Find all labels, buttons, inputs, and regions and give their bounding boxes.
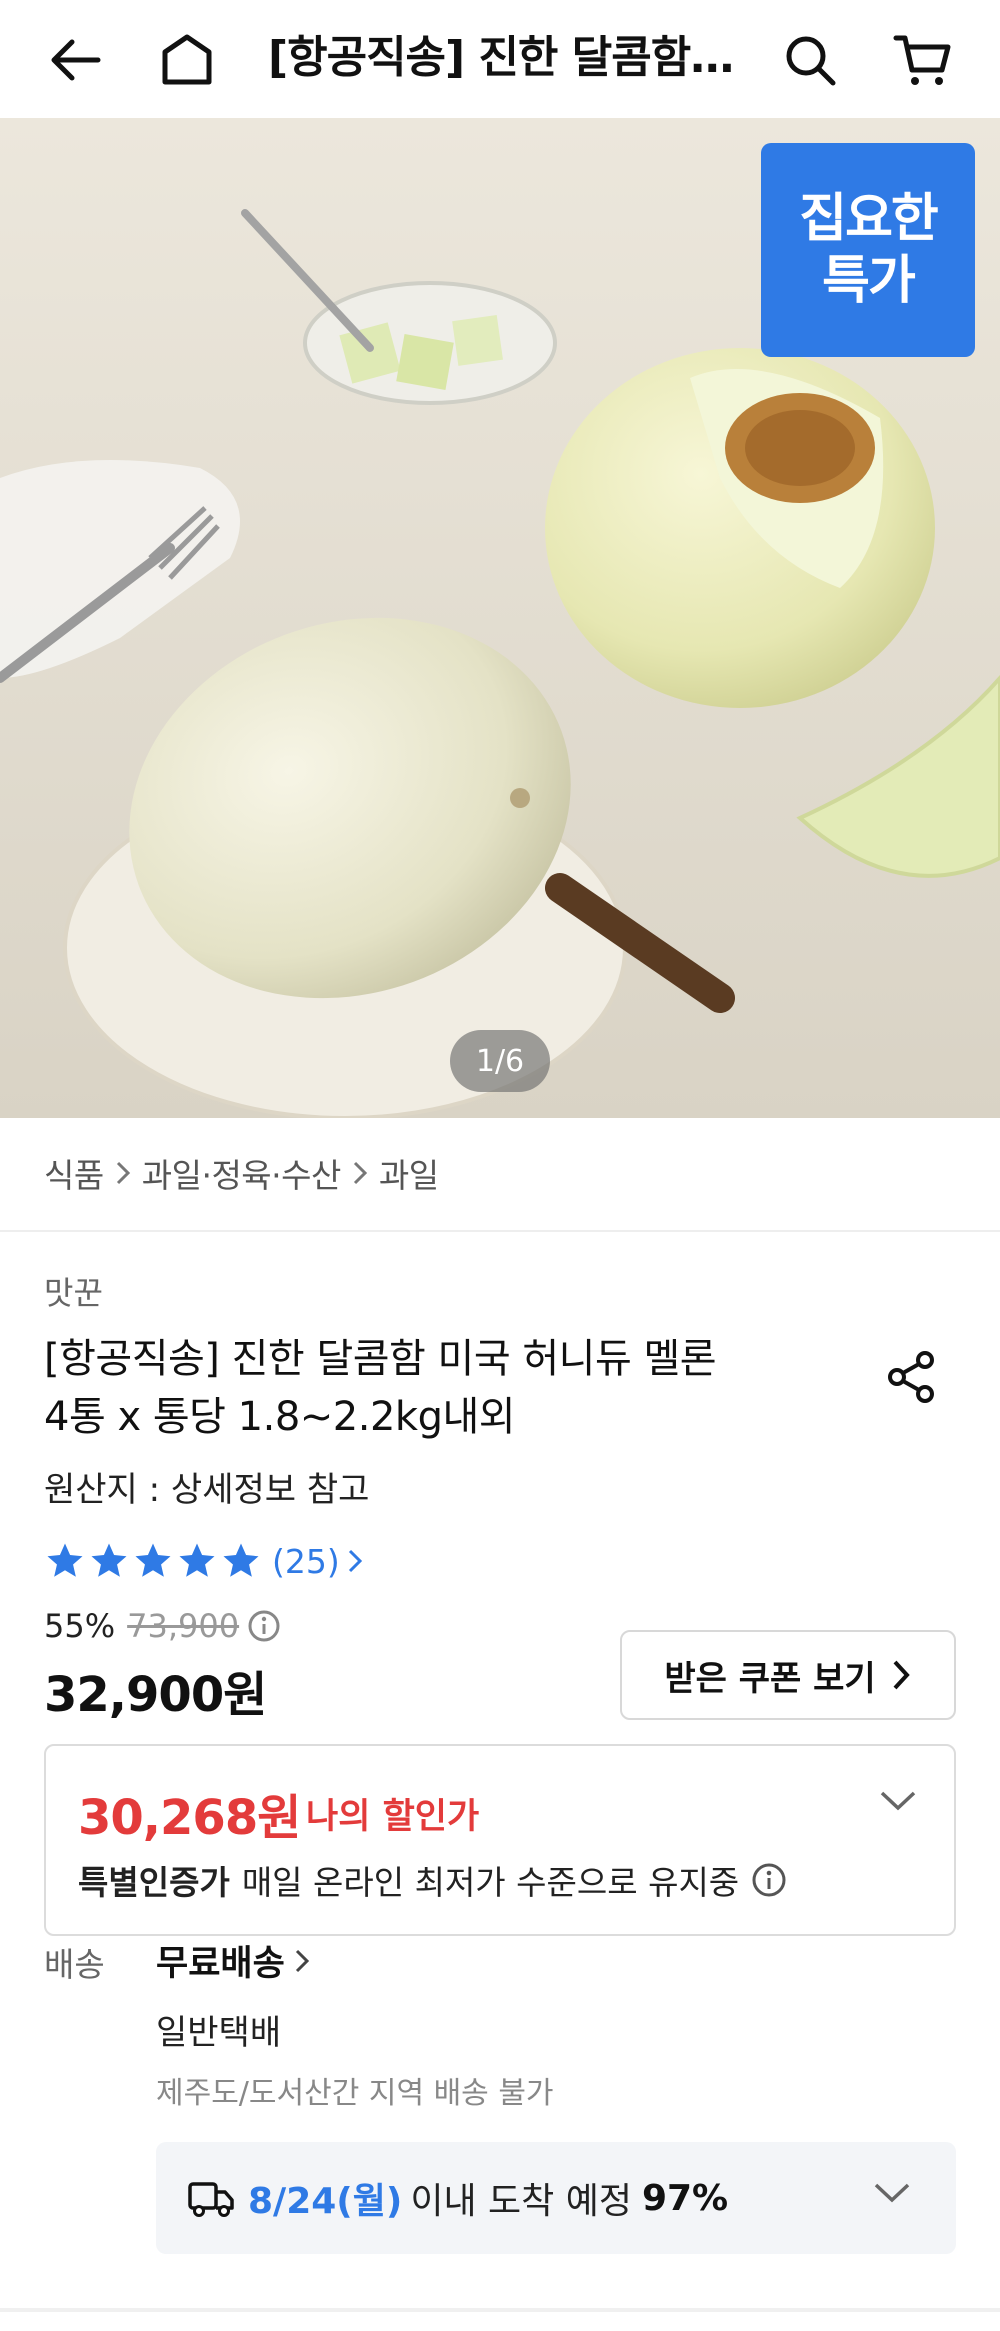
chevron-right-icon [346,1547,364,1575]
star-icon [223,1543,259,1577]
share-icon[interactable] [880,1345,944,1409]
shipping-type: 일반택배 [156,2013,282,2053]
product-title: [항공직송] 진한 달콤함 미국 허니듀 멜론 4통 x 통당 1.8~2.2k… [44,1330,824,1446]
free-shipping-link[interactable]: 무료배송 [156,1935,311,1986]
star-icon [179,1543,215,1577]
certified-price-info: 특별인증가 매일 온라인 최저가 수준으로 유지중 [78,1856,787,1904]
view-coupons-button[interactable]: 받은 쿠폰 보기 [620,1630,956,1720]
product-title-line1: [항공직송] 진한 달콤함 미국 허니듀 멜론 [44,1336,717,1382]
discount-row: 55% 73,900 [44,1602,281,1650]
star-icon [91,1543,127,1577]
arrival-estimate-box[interactable]: 8/24(월) 이내 도착 예정 97% [156,2142,956,2254]
section-divider [0,2308,1000,2312]
certified-price-text: 매일 온라인 최저가 수준으로 유지중 [241,1863,740,1902]
my-discount-price: 30,268원 [78,1790,301,1846]
breadcrumb-item-food[interactable]: 식품 [44,1149,104,1197]
product-title-line2: 4통 x 통당 1.8~2.2kg내외 [44,1394,516,1440]
star-icon [135,1543,171,1577]
info-icon[interactable] [247,1609,281,1643]
section-divider [0,1230,1000,1232]
sale-price: 32,900원 [44,1667,267,1723]
breadcrumb-item-fruit[interactable]: 과일 [379,1149,439,1197]
chevron-down-icon[interactable] [878,1788,918,1818]
breadcrumb-item-fruit-meat-seafood[interactable]: 과일·정육·수산 [142,1149,342,1197]
my-discount-label: 나의 할인가 [306,1797,480,1837]
free-shipping-text: 무료배송 [156,1944,285,1984]
chevron-right-icon [890,1658,912,1692]
discount-rate: 55% [44,1607,116,1645]
arrival-probability: 97% [641,2177,729,2219]
star-rating [44,1540,262,1582]
header-title: [항공직송] 진한 달콤함 미국 허니듀 멜론 4통 x 통당 1.8~2.2k… [268,32,738,83]
shipping-note: 제주도/도서산간 지역 배송 불가 [156,2076,554,2111]
badge-line1: 집요한 [799,189,939,249]
image-pager-indicator: 1/6 [450,1030,550,1092]
origin-info: 원산지 : 상세정보 참고 [44,1470,370,1510]
view-coupons-label: 받은 쿠폰 보기 [664,1658,876,1699]
top-app-bar: [항공직송] 진한 달콤함 미국 허니듀 멜론 4통 x 통당 1.8~2.2k… [0,0,1000,118]
breadcrumb: 식품 과일·정육·수산 과일 [44,1148,439,1198]
info-icon[interactable] [751,1862,787,1898]
review-count[interactable]: (25) [272,1542,340,1581]
chevron-down-icon[interactable] [872,2180,912,2206]
arrival-date: 8/24(월) [248,2181,403,2222]
certified-price-title: 특별인증가 [78,1863,230,1902]
original-price: 73,900 [127,1607,240,1645]
chevron-right-icon [293,1947,311,1975]
search-icon[interactable] [778,28,842,92]
arrival-text: 이내 도착 예정 [410,2181,632,2222]
truck-icon [188,2178,234,2218]
chevron-right-icon [351,1160,369,1186]
home-icon[interactable] [155,28,219,92]
chevron-right-icon [114,1160,132,1186]
cart-icon[interactable] [890,28,954,92]
brand-name[interactable]: 맛꾼 [44,1268,103,1314]
badge-line2: 특가 [822,251,916,311]
shipping-label: 배송 [44,1945,105,1984]
back-arrow-icon[interactable] [44,28,108,92]
special-deal-badge: 집요한 특가 [761,143,975,357]
my-discount-price-box[interactable]: 30,268원 나의 할인가 특별인증가 매일 온라인 최저가 수준으로 유지중 [44,1744,956,1936]
rating-summary[interactable]: (25) [44,1535,364,1587]
star-icon [47,1543,83,1577]
